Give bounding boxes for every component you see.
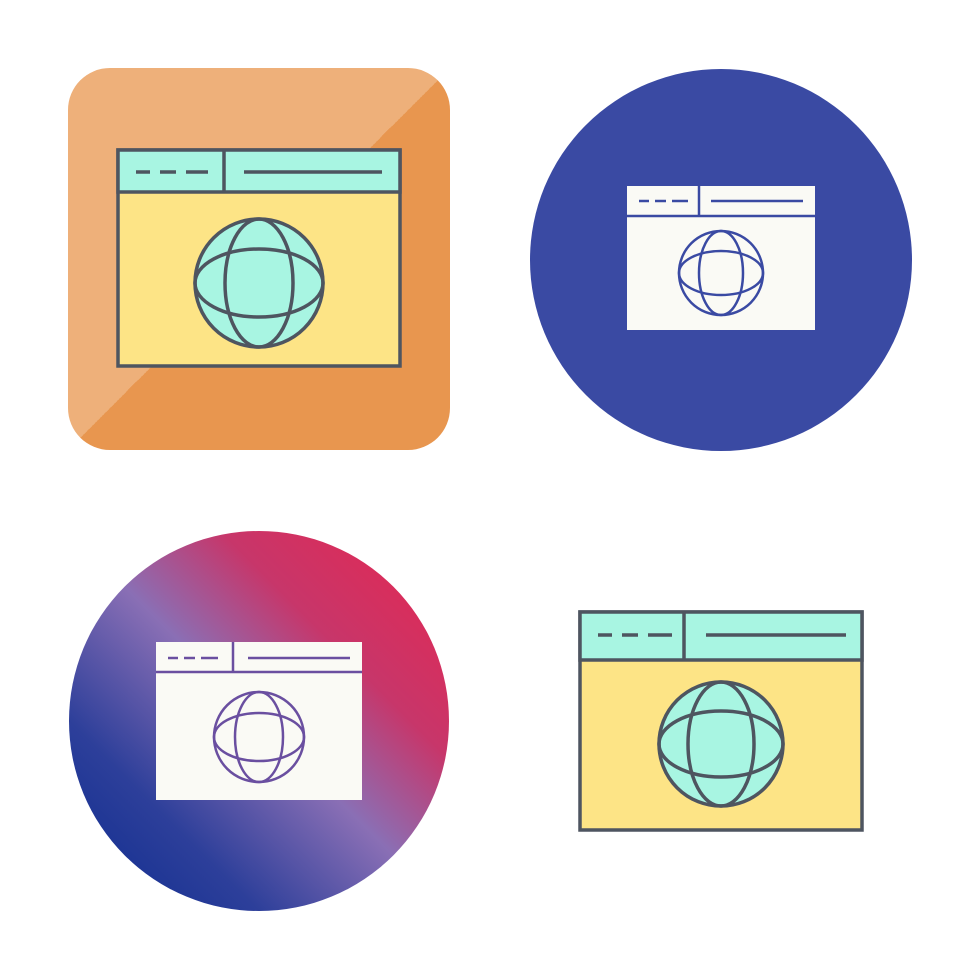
filled-rounded-square-icon-tile	[68, 68, 450, 450]
gradient-circle-icon-tile	[68, 530, 450, 912]
browser-globe-icon	[156, 642, 362, 800]
glyph-circle-icon-tile	[529, 68, 913, 452]
filled-plain-icon-tile	[578, 610, 864, 832]
browser-globe-icon	[116, 148, 402, 368]
browser-globe-icon	[578, 610, 864, 832]
browser-globe-icon	[627, 186, 815, 330]
